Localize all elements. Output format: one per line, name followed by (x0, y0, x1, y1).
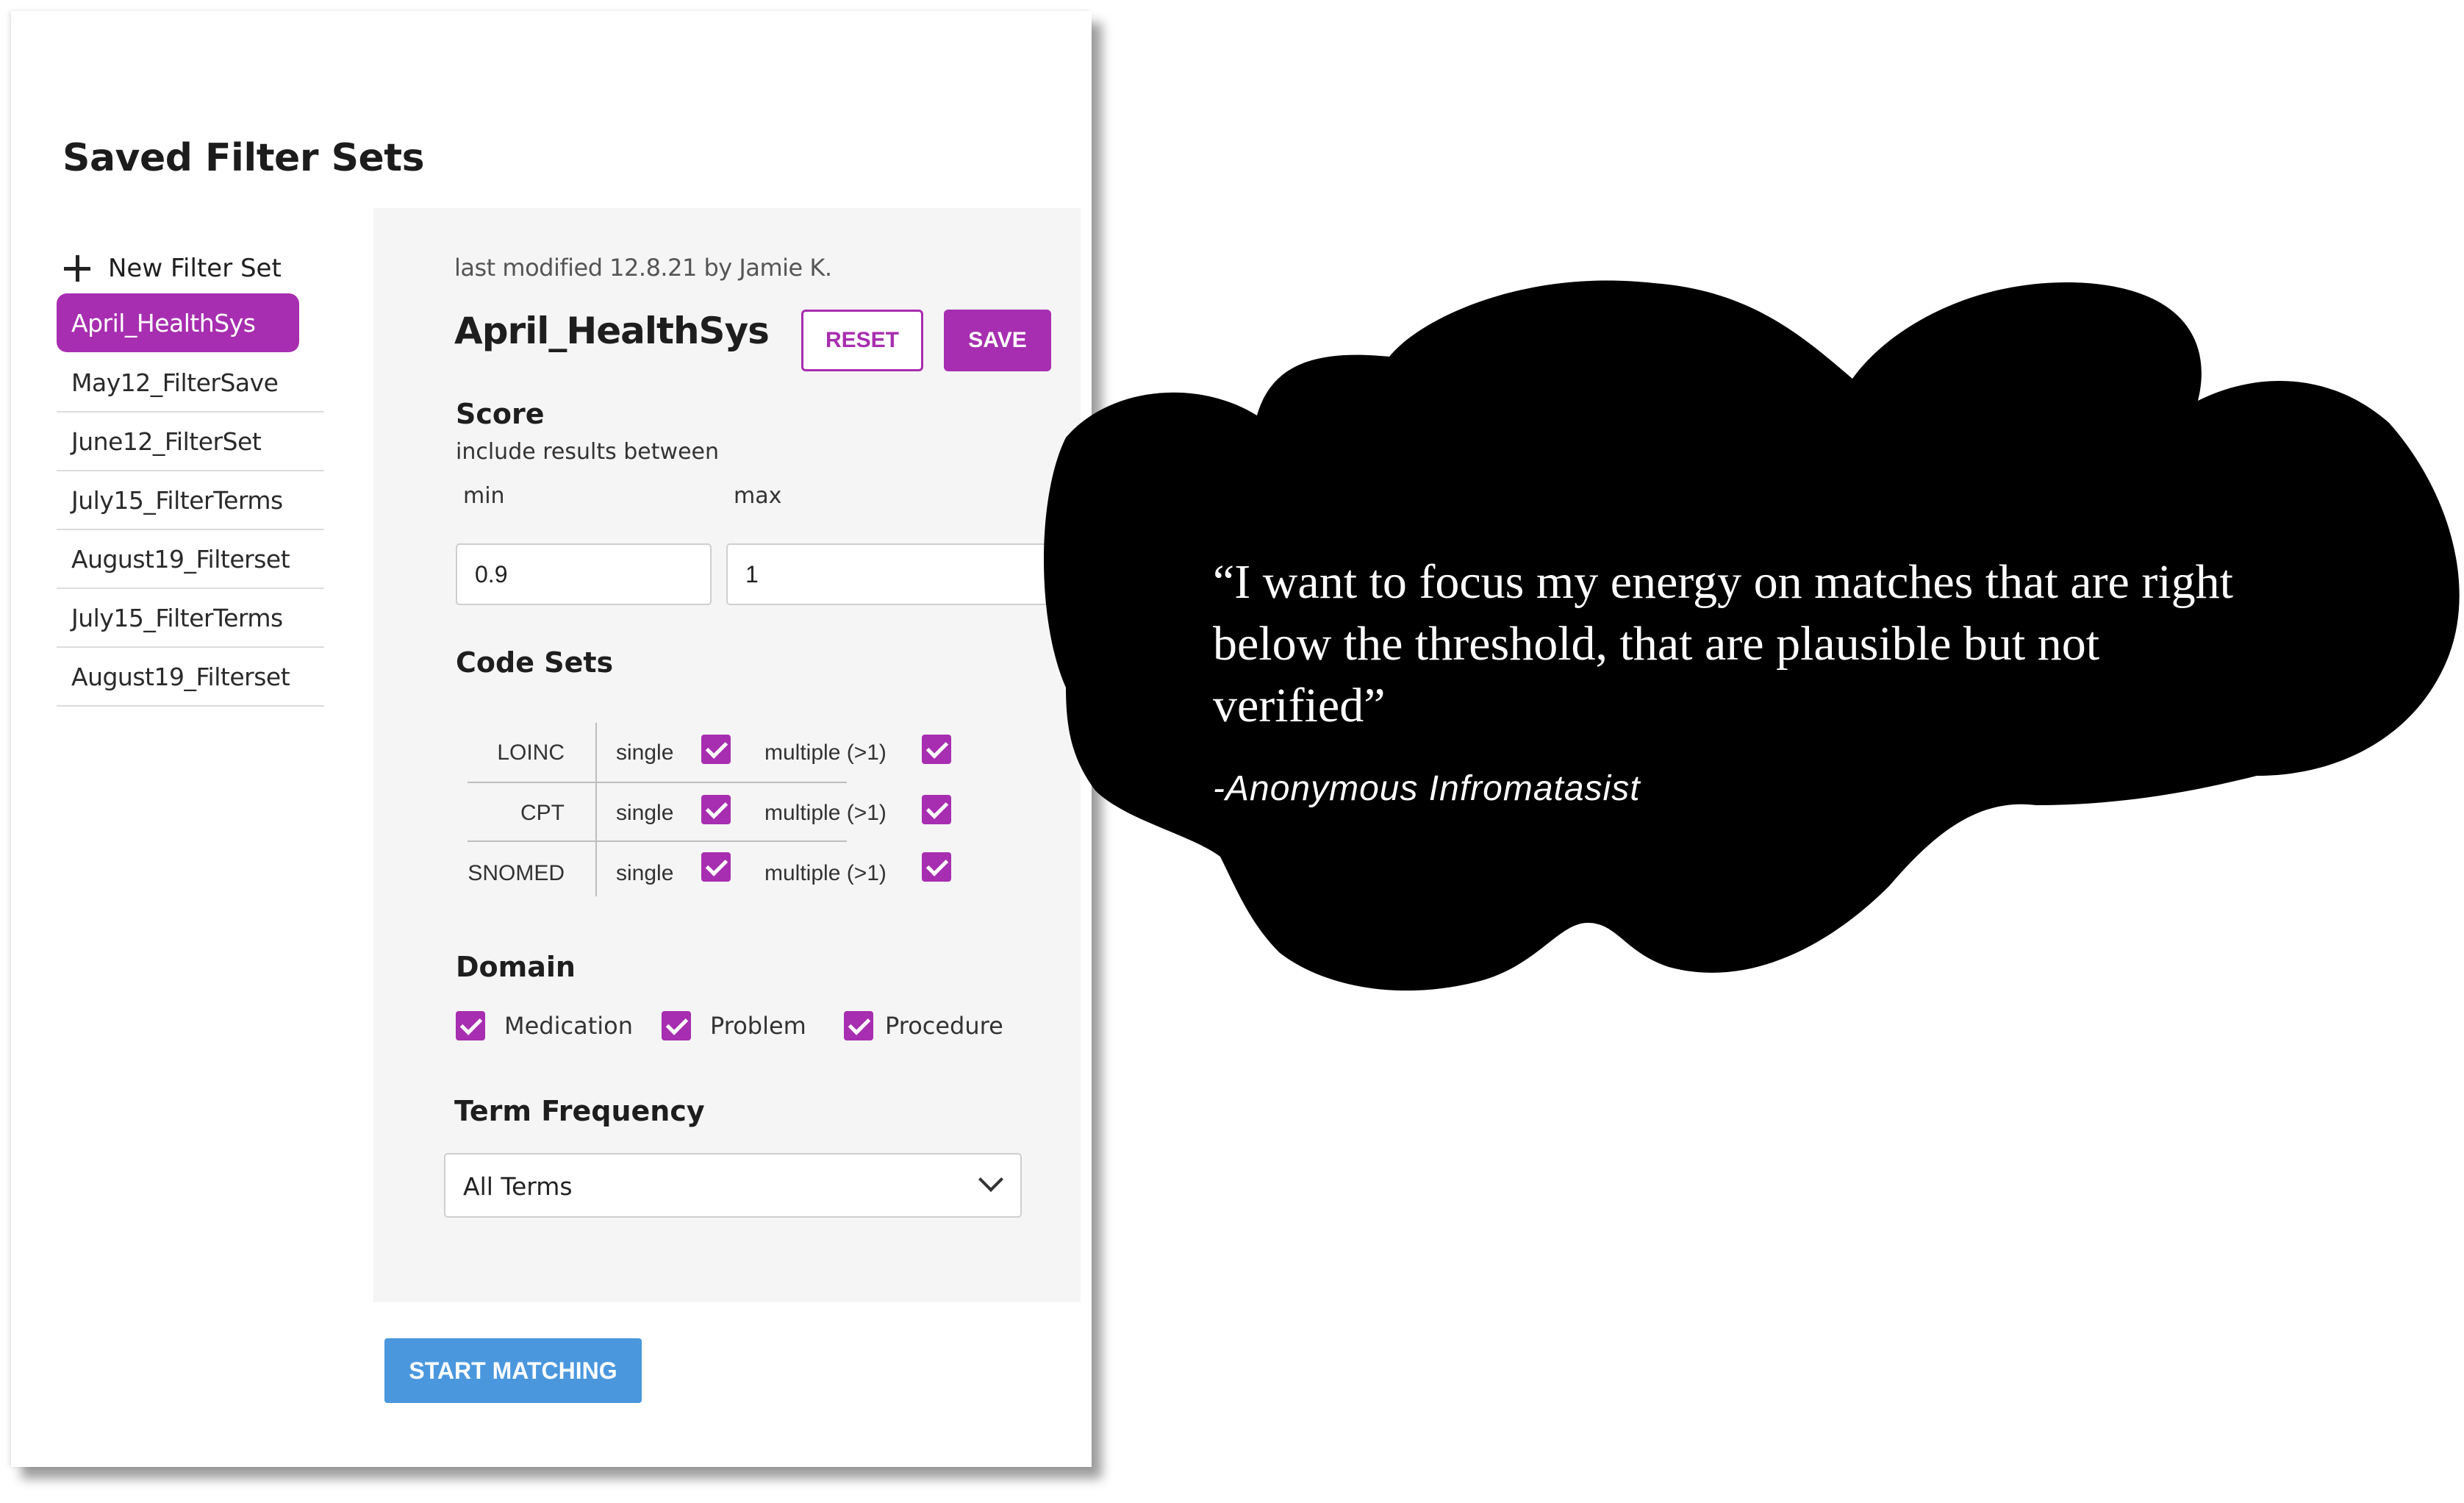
filter-set-item-active[interactable]: April_HealthSys (57, 293, 299, 352)
domain-label: Problem (710, 1012, 806, 1040)
filter-set-item[interactable]: August19_Filterset (57, 648, 324, 707)
max-label: max (734, 483, 782, 509)
multiple-label: multiple (>1) (764, 740, 887, 765)
quote-text: “I want to focus my energy on matches th… (1213, 555, 2233, 732)
filter-set-item[interactable]: August19_Filterset (57, 530, 324, 589)
filter-set-item[interactable]: May12_FilterSave (57, 354, 324, 413)
code-sets-title: Code Sets (456, 646, 614, 679)
filter-set-item[interactable]: July15_FilterTerms (57, 471, 324, 530)
score-min-input[interactable]: 0.9 (456, 543, 712, 605)
single-label: single (616, 861, 674, 885)
single-label: single (616, 740, 674, 765)
new-filter-set-button[interactable]: New Filter Set (64, 248, 282, 289)
filter-editor-panel: last modified 12.8.21 by Jamie K. April_… (373, 208, 1081, 1302)
single-checkbox[interactable] (701, 852, 731, 882)
filter-card: Saved Filter Sets New Filter Set April_H… (11, 11, 1092, 1467)
medication-checkbox[interactable] (456, 1011, 485, 1040)
multiple-checkbox[interactable] (922, 735, 951, 764)
domain-label: Procedure (885, 1012, 1003, 1040)
chevron-down-icon (978, 1167, 1003, 1192)
multiple-checkbox[interactable] (922, 795, 951, 824)
term-frequency-title: Term Frequency (454, 1095, 705, 1127)
domain-medication[interactable]: Medication (456, 1011, 633, 1040)
code-set-row: CPT single multiple (>1) (462, 783, 976, 842)
term-frequency-value: All Terms (463, 1172, 573, 1201)
multiple-label: multiple (>1) (764, 801, 887, 825)
score-subtitle: include results between (456, 439, 719, 465)
domain-title: Domain (456, 951, 576, 983)
new-filter-set-label: New Filter Set (108, 254, 282, 283)
filter-set-list: April_HealthSys May12_FilterSave June12_… (57, 293, 324, 707)
code-set-name: SNOMED (468, 861, 565, 885)
last-modified-text: last modified 12.8.21 by Jamie K. (454, 254, 832, 282)
code-set-row: SNOMED single multiple (>1) (462, 843, 976, 902)
term-frequency-select[interactable]: All Terms (444, 1153, 1022, 1218)
problem-checkbox[interactable] (662, 1011, 691, 1040)
filter-set-item[interactable]: June12_FilterSet (57, 413, 324, 471)
code-set-name: CPT (520, 801, 565, 825)
single-label: single (616, 801, 674, 825)
reset-button[interactable]: RESET (801, 310, 923, 371)
plus-icon (64, 255, 90, 282)
code-set-row: LOINC single multiple (>1) (462, 723, 976, 782)
single-checkbox[interactable] (701, 735, 731, 764)
page-title: Saved Filter Sets (62, 136, 425, 180)
domain-procedure[interactable]: Procedure (844, 1011, 1003, 1040)
min-label: min (463, 483, 505, 509)
domain-label: Medication (504, 1012, 633, 1040)
multiple-label: multiple (>1) (764, 861, 887, 885)
filter-set-item[interactable]: July15_FilterTerms (57, 589, 324, 648)
code-set-name: LOINC (497, 740, 565, 765)
quote-author: -Anonymous Infromatasist (1213, 769, 1641, 808)
score-title: Score (456, 398, 545, 430)
multiple-checkbox[interactable] (922, 852, 951, 882)
single-checkbox[interactable] (701, 795, 731, 824)
filter-set-name: April_HealthSys (454, 310, 770, 352)
procedure-checkbox[interactable] (844, 1011, 873, 1040)
domain-problem[interactable]: Problem (662, 1011, 806, 1040)
start-matching-button[interactable]: START MATCHING (384, 1338, 642, 1403)
